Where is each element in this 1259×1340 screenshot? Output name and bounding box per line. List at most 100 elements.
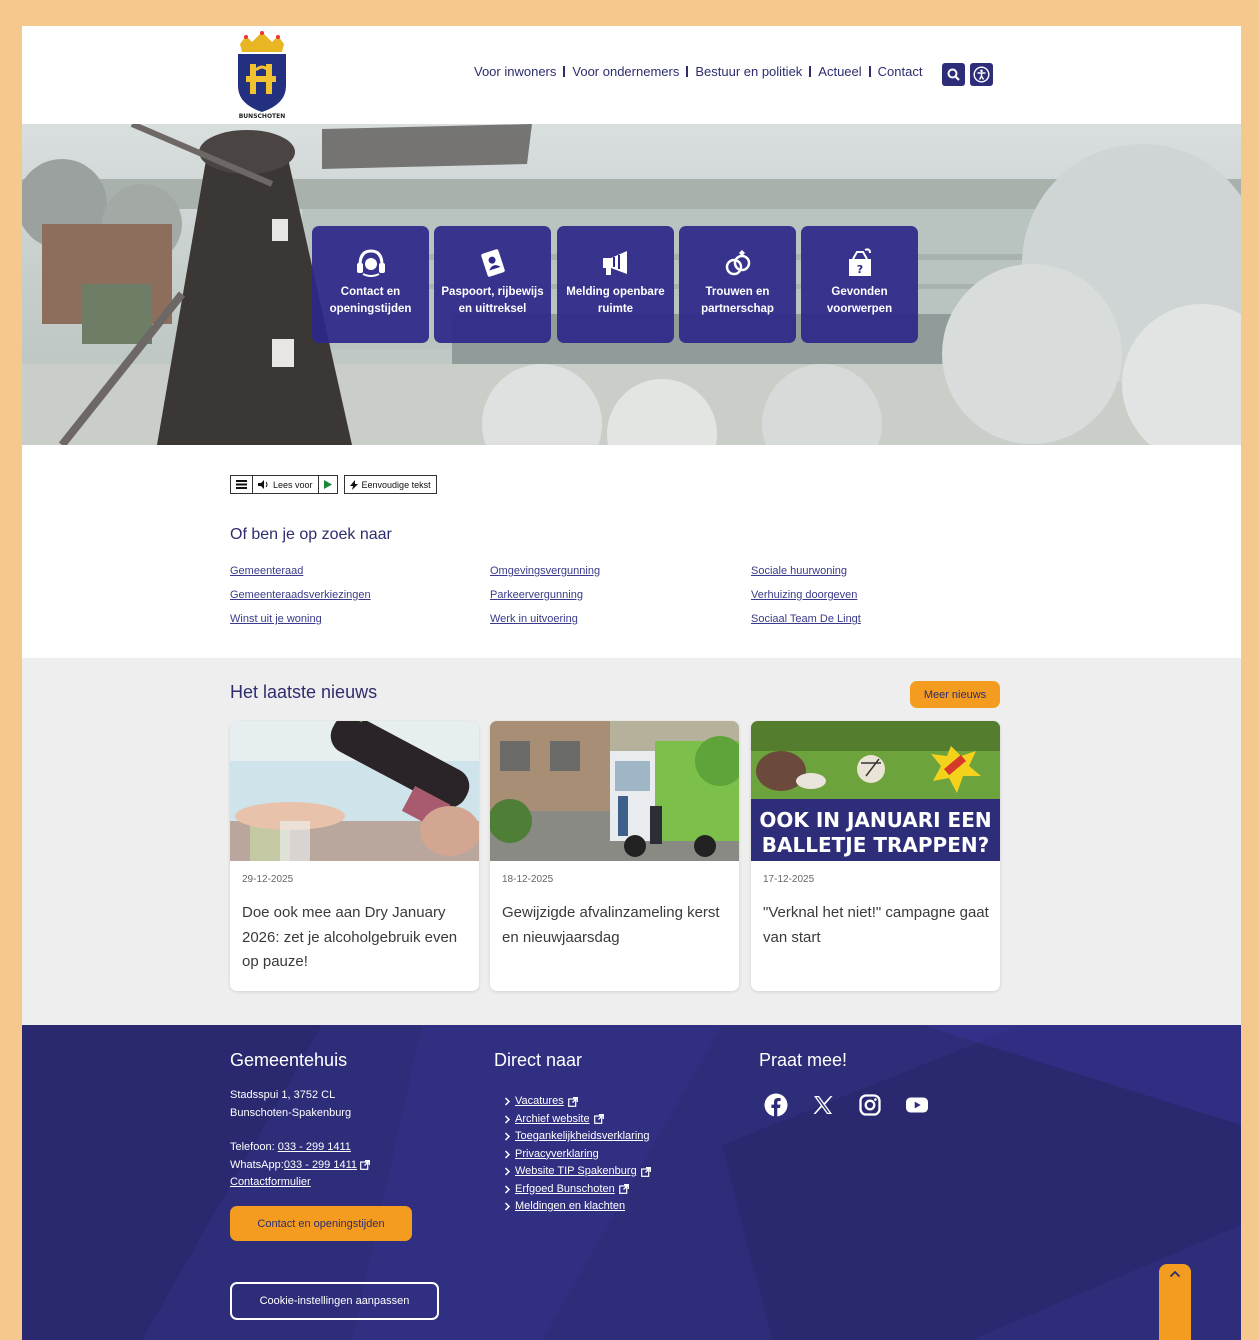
footer-link[interactable]: Website TIP Spakenburg	[515, 1163, 637, 1181]
whatsapp-link[interactable]: 033 - 299 1411	[284, 1157, 357, 1175]
suggestion-link[interactable]: Omgevingsvergunning	[490, 563, 600, 579]
news-image-wine	[230, 721, 479, 861]
tile-paspoort-label-1: Paspoort, rijbewijs	[441, 286, 544, 298]
tile-gevonden-label-1: Gevonden	[831, 286, 888, 298]
footer-link[interactable]: Toegankelijkheidsverklaring	[515, 1128, 650, 1146]
news-image-garbage-truck	[490, 721, 739, 861]
news-date: 17-12-2025	[763, 874, 815, 885]
tile-gevonden[interactable]: ? Gevonden voorwerpen	[801, 226, 918, 343]
contact-form-link[interactable]: Contactformulier	[230, 1176, 311, 1188]
facebook-icon[interactable]	[764, 1093, 788, 1117]
instagram-icon[interactable]	[858, 1093, 882, 1117]
footer-link-item: Meldingen en klachten	[504, 1198, 651, 1216]
whatsapp-label: WhatsApp:	[230, 1158, 284, 1171]
svg-text:?: ?	[856, 263, 862, 276]
tile-paspoort-label-2: en uittreksel	[458, 303, 527, 315]
hero-banner: Contact en openingstijden Paspoort, rijb…	[22, 124, 1241, 445]
search-icon	[947, 68, 960, 81]
nav-ondernemers[interactable]: Voor ondernemers	[572, 64, 679, 79]
news-headline[interactable]: "Verknal het niet!" campagne gaat van st…	[763, 901, 991, 950]
bunschoten-logo[interactable]: BUNSCHOTEN	[232, 30, 292, 120]
nav-actueel[interactable]: Actueel	[818, 64, 861, 79]
suggestion-link[interactable]: Winst uit je woning	[230, 611, 371, 627]
chevron-right-icon	[504, 1167, 511, 1176]
read-aloud-label: Lees voor	[273, 479, 313, 490]
menu-button[interactable]	[231, 476, 252, 493]
tile-contact[interactable]: Contact en openingstijden	[312, 226, 429, 343]
lightning-icon	[349, 479, 358, 490]
suggestions-title: Of ben je op zoek naar	[230, 526, 392, 543]
simple-text-label: Eenvoudige tekst	[361, 479, 431, 490]
accessibility-button[interactable]	[970, 63, 993, 86]
tile-trouwen[interactable]: Trouwen en partnerschap	[679, 226, 796, 343]
search-button[interactable]	[942, 63, 965, 86]
nav-inwoners[interactable]: Voor inwoners	[474, 64, 556, 79]
footer-contact-info: Telefoon: 033 - 299 1411 WhatsApp: 033 -…	[230, 1139, 370, 1192]
footer-link[interactable]: Erfgoed Bunschoten	[515, 1181, 615, 1199]
tile-melding-label-1: Melding openbare	[566, 286, 665, 298]
footer-link-item: Privacyverklaring	[504, 1146, 651, 1164]
campaign-image-text-1: OOK IN JANUARI EEN	[759, 808, 991, 832]
nav-bestuur[interactable]: Bestuur en politiek	[695, 64, 802, 79]
x-icon[interactable]	[811, 1093, 835, 1117]
cookie-settings-button[interactable]: Cookie-instellingen aanpassen	[230, 1282, 439, 1320]
tile-melding[interactable]: Melding openbare ruimte	[557, 226, 674, 343]
simple-text-button[interactable]: Eenvoudige tekst	[343, 475, 437, 494]
suggestions-column-3: Sociale huurwoning Verhuizing doorgeven …	[751, 563, 861, 627]
nav-contact[interactable]: Contact	[878, 64, 923, 79]
footer-link[interactable]: Archief website	[515, 1111, 590, 1129]
suggestion-link[interactable]: Gemeenteraadsverkiezingen	[230, 587, 371, 603]
nav-separator	[563, 66, 566, 77]
headset-icon	[356, 249, 385, 277]
phone-link[interactable]: 033 - 299 1411	[278, 1141, 351, 1153]
phone-label: Telefoon:	[230, 1141, 278, 1153]
accessibility-icon	[973, 66, 990, 83]
suggestion-link[interactable]: Parkeervergunning	[490, 587, 600, 603]
youtube-icon[interactable]	[905, 1093, 929, 1117]
news-card[interactable]: 18-12-2025 Gewijzigde afvalinzameling ke…	[490, 721, 739, 991]
news-card[interactable]: OOK IN JANUARI EEN BALLETJE TRAPPEN? 17-…	[751, 721, 1000, 991]
more-news-button[interactable]: Meer nieuws	[910, 681, 1000, 708]
menu-icon	[236, 480, 247, 489]
news-image-campaign: OOK IN JANUARI EEN BALLETJE TRAPPEN?	[751, 721, 1000, 861]
external-link-icon	[360, 1160, 370, 1171]
chevron-right-icon	[504, 1150, 511, 1159]
suggestion-link[interactable]: Sociale huurwoning	[751, 563, 861, 579]
read-aloud-button[interactable]: Lees voor	[252, 476, 318, 493]
tile-trouwen-label-1: Trouwen en	[705, 286, 770, 298]
footer-link-item: Vacatures	[504, 1093, 651, 1111]
footer-title-gemeentehuis: Gemeentehuis	[230, 1050, 348, 1070]
footer-link[interactable]: Vacatures	[515, 1093, 564, 1111]
chevron-up-icon	[1169, 1270, 1181, 1278]
nav-separator	[868, 66, 871, 77]
chevron-right-icon	[504, 1097, 511, 1106]
contact-openingstijden-button[interactable]: Contact en openingstijden	[230, 1206, 412, 1241]
main-navigation: Voor inwoners Voor ondernemers Bestuur e…	[474, 64, 922, 79]
read-aloud-widget: Lees voor	[230, 475, 338, 494]
campaign-image-text-2: BALLETJE TRAPPEN?	[762, 833, 989, 857]
news-card[interactable]: 29-12-2025 Doe ook mee aan Dry January 2…	[230, 721, 479, 991]
footer-link[interactable]: Privacyverklaring	[515, 1146, 599, 1164]
news-headline[interactable]: Doe ook mee aan Dry January 2026: zet je…	[242, 901, 470, 975]
suggestion-link[interactable]: Gemeenteraad	[230, 563, 371, 579]
tile-contact-label-2: openingstijden	[329, 303, 412, 315]
footer-link[interactable]: Meldingen en klachten	[515, 1198, 625, 1216]
play-icon	[323, 480, 332, 489]
back-to-top-button[interactable]	[1159, 1264, 1191, 1340]
news-title: Het laatste nieuws	[230, 682, 378, 702]
suggestion-link[interactable]: Werk in uitvoering	[490, 611, 600, 627]
suggestion-link[interactable]: Verhuizing doorgeven	[751, 587, 861, 603]
news-section: Het laatste nieuws Meer nieuws 29-12-202…	[22, 658, 1241, 1025]
suggestions-column-1: Gemeenteraad Gemeenteraadsverkiezingen W…	[230, 563, 371, 627]
news-headline[interactable]: Gewijzigde afvalinzameling kerst en nieu…	[502, 901, 730, 950]
site-header: BUNSCHOTEN Voor inwoners Voor ondernemer…	[22, 26, 1241, 124]
external-link-icon	[593, 1114, 604, 1125]
logo-text: BUNSCHOTEN	[239, 113, 286, 120]
suggestion-link[interactable]: Sociaal Team De Lingt	[751, 611, 861, 627]
tile-paspoort[interactable]: Paspoort, rijbewijs en uittreksel	[434, 226, 551, 343]
chevron-right-icon	[504, 1132, 511, 1141]
nav-separator	[686, 66, 689, 77]
id-card-icon	[480, 249, 505, 277]
play-button[interactable]	[317, 476, 337, 493]
footer-link-item: Toegankelijkheidsverklaring	[504, 1128, 651, 1146]
